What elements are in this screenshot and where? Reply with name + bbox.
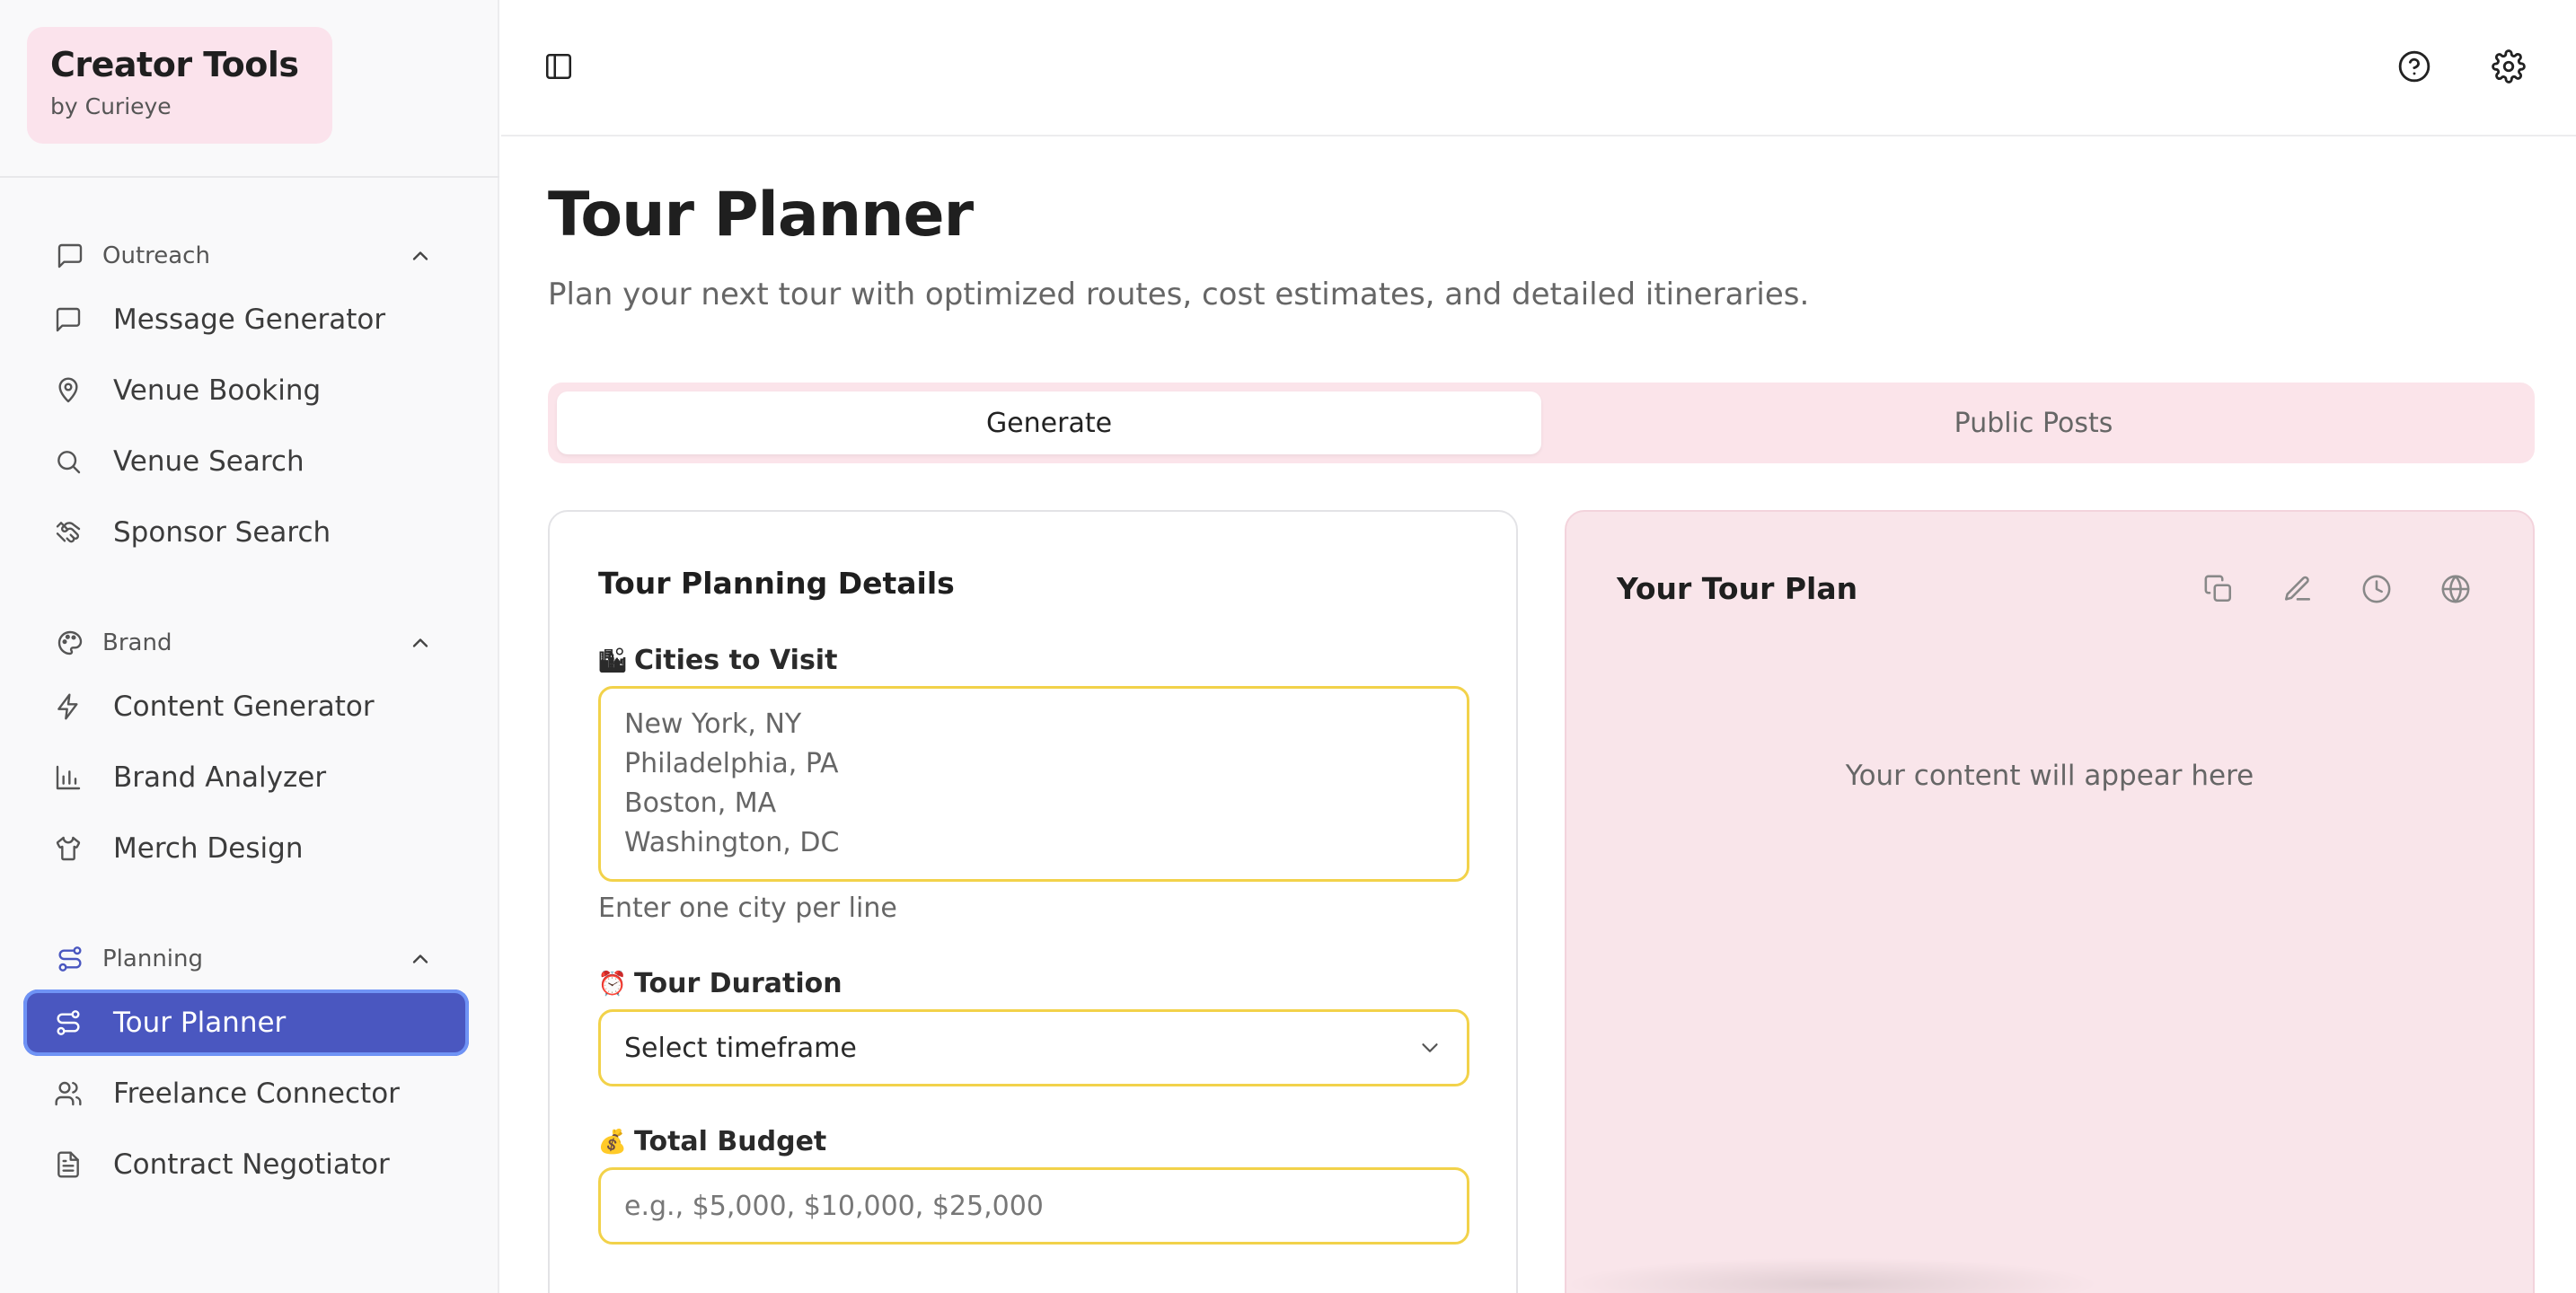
group-header-planning[interactable]: Planning [52, 937, 438, 981]
alarm-clock-icon: ⏰ [597, 970, 628, 998]
output-title: Your Tour Plan [1617, 571, 1858, 606]
sidebar-item-contract-negotiator[interactable]: Contract Negotiator [23, 1131, 469, 1198]
brand-subtitle: by Curieye [50, 93, 172, 119]
sidebar: Creator Tools by Curieye Outreach Messag… [0, 0, 499, 1293]
sidebar-item-content-generator[interactable]: Content Generator [23, 673, 469, 740]
search-icon [50, 444, 86, 479]
tab-public-posts[interactable]: Public Posts [1541, 391, 2526, 454]
duration-label-text: Tour Duration [634, 968, 842, 999]
chevron-up-icon[interactable] [402, 625, 438, 661]
chevron-up-icon[interactable] [402, 238, 438, 274]
sidebar-item-label: Tour Planner [113, 1007, 287, 1039]
users-icon [50, 1076, 86, 1112]
sidebar-item-label: Brand Analyzer [113, 761, 327, 794]
cities-label: 🏙 Cities to Visit [597, 645, 838, 676]
brand-title: Creator Tools [50, 45, 299, 84]
brand-logo-box[interactable]: Creator Tools by Curieye [27, 27, 332, 144]
palette-icon [52, 625, 88, 661]
tab-generate[interactable]: Generate [557, 391, 1541, 454]
sidebar-item-venue-search[interactable]: Venue Search [23, 428, 469, 495]
budget-label-text: Total Budget [634, 1126, 827, 1157]
sidebar-item-label: Message Generator [113, 303, 386, 336]
sidebar-item-sponsor-search[interactable]: Sponsor Search [23, 499, 469, 566]
zap-icon [50, 689, 86, 725]
cities-helper-text: Enter one city per line [598, 893, 897, 924]
sidebar-item-label: Freelance Connector [113, 1078, 400, 1110]
sidebar-toggle-icon[interactable] [532, 40, 586, 93]
output-placeholder: Your content will appear here [1845, 760, 2254, 792]
cities-label-text: Cities to Visit [634, 645, 838, 676]
chevron-down-icon [1416, 1034, 1443, 1061]
chevron-up-icon[interactable] [402, 941, 438, 977]
bar-chart-icon [50, 760, 86, 796]
form-title: Tour Planning Details [598, 566, 955, 601]
top-bar [501, 0, 2576, 136]
message-square-icon [50, 302, 86, 338]
sidebar-item-message-generator[interactable]: Message Generator [23, 286, 469, 353]
sidebar-item-label: Contract Negotiator [113, 1148, 390, 1181]
message-square-icon [52, 238, 88, 274]
history-clock-icon[interactable] [2355, 567, 2398, 611]
sidebar-item-venue-booking[interactable]: Venue Booking [23, 357, 469, 424]
duration-select-value: Select timeframe [624, 1032, 857, 1064]
file-text-icon [50, 1147, 86, 1183]
duration-label: ⏰ Tour Duration [598, 968, 842, 999]
page-title: Tour Planner [548, 180, 974, 251]
tab-bar: Generate Public Posts [548, 383, 2535, 463]
page-subtitle: Plan your next tour with optimized route… [548, 277, 1810, 312]
shirt-icon [50, 831, 86, 866]
settings-gear-icon[interactable] [2482, 40, 2536, 93]
budget-label: 💰 Total Budget [598, 1126, 826, 1157]
copy-icon[interactable] [2197, 567, 2240, 611]
sidebar-item-freelance-connector[interactable]: Freelance Connector [23, 1060, 469, 1127]
sidebar-item-label: Venue Search [113, 445, 304, 478]
sidebar-item-tour-planner[interactable]: Tour Planner [23, 990, 469, 1056]
route-icon [50, 1005, 86, 1041]
sidebar-item-label: Content Generator [113, 690, 375, 723]
sidebar-item-brand-analyzer[interactable]: Brand Analyzer [23, 744, 469, 811]
sidebar-item-label: Venue Booking [113, 374, 322, 407]
group-header-outreach[interactable]: Outreach [52, 233, 438, 278]
handshake-icon [50, 515, 86, 550]
route-icon [52, 941, 88, 977]
cities-textarea[interactable]: New York, NY Philadelphia, PA Boston, MA… [598, 686, 1469, 882]
sidebar-divider [0, 176, 499, 178]
tour-plan-output-card: Your Tour Plan Your content will appear … [1565, 510, 2535, 1293]
group-label-outreach: Outreach [102, 242, 210, 269]
money-bag-icon: 💰 [597, 1128, 628, 1156]
map-pin-icon [50, 373, 86, 409]
group-header-brand[interactable]: Brand [52, 620, 438, 665]
cityscape-icon: 🏙 [597, 646, 628, 674]
tour-planning-form-card: Tour Planning Details 🏙 Cities to Visit … [548, 510, 1518, 1293]
sidebar-item-label: Merch Design [113, 832, 304, 865]
globe-icon[interactable] [2434, 567, 2477, 611]
toast-shadow [1563, 1257, 2102, 1293]
duration-select[interactable]: Select timeframe [598, 1009, 1469, 1086]
budget-input[interactable]: e.g., $5,000, $10,000, $25,000 [598, 1167, 1469, 1245]
group-label-planning: Planning [102, 946, 203, 972]
help-circle-icon[interactable] [2387, 40, 2441, 93]
sidebar-item-label: Sponsor Search [113, 516, 331, 549]
sidebar-item-merch-design[interactable]: Merch Design [23, 815, 469, 882]
group-label-brand: Brand [102, 629, 172, 656]
edit-pencil-icon[interactable] [2276, 567, 2319, 611]
